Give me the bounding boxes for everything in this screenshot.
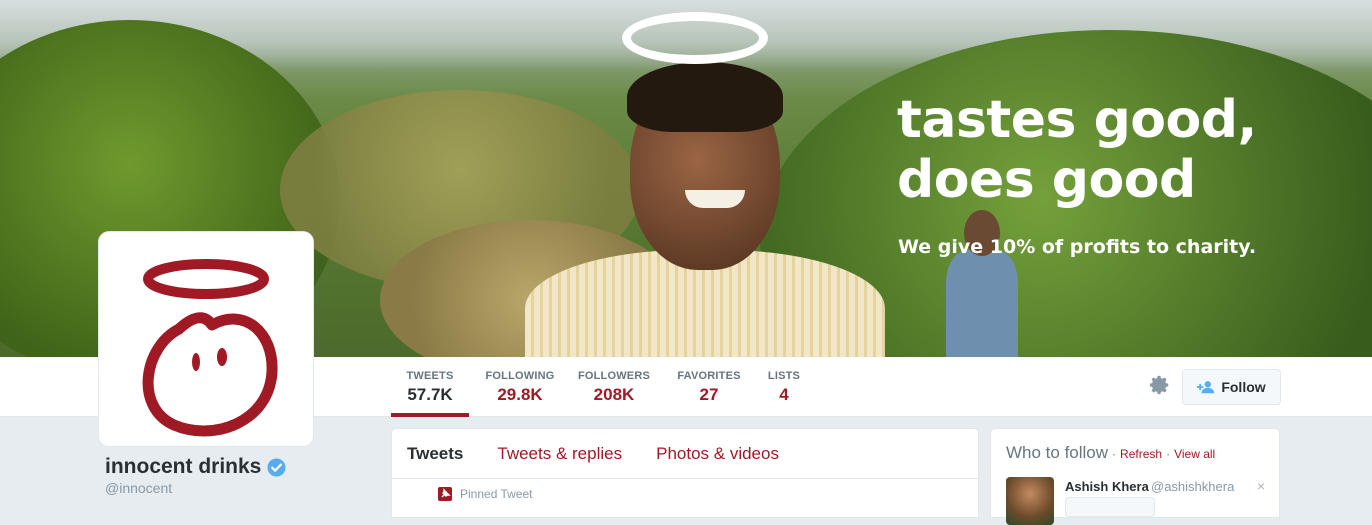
- innocent-logo: [142, 259, 278, 437]
- banner-farmer: [942, 210, 1022, 357]
- verified-badge-icon: [267, 457, 286, 477]
- stat-lists[interactable]: LISTS 4: [764, 357, 804, 417]
- profile-name[interactable]: innocent drinks: [105, 455, 286, 479]
- banner-person: [515, 60, 895, 357]
- tab-photos-videos[interactable]: Photos & videos: [656, 444, 779, 464]
- stat-label: FOLLOWING: [485, 370, 555, 382]
- gear-icon[interactable]: [1149, 374, 1171, 396]
- profile-handle[interactable]: @innocent: [105, 480, 172, 496]
- pinned-tweet-header: Pinned Tweet: [438, 487, 533, 501]
- profile-name-text: innocent drinks: [105, 455, 262, 478]
- stat-value: 208K: [593, 385, 635, 404]
- suggestion-follow-button[interactable]: [1065, 497, 1155, 517]
- dismiss-icon[interactable]: ×: [1257, 478, 1265, 494]
- refresh-link[interactable]: Refresh: [1120, 447, 1162, 461]
- stat-label: LISTS: [767, 370, 801, 382]
- pin-icon: [438, 487, 452, 501]
- suggestion-handle[interactable]: @ashishkhera: [1151, 479, 1234, 494]
- stat-followers[interactable]: FOLLOWERS 208K: [574, 357, 654, 417]
- stat-value: 57.7K: [407, 385, 453, 404]
- view-all-link[interactable]: View all: [1174, 447, 1215, 461]
- avatar[interactable]: [99, 232, 313, 446]
- tab-tweets-replies[interactable]: Tweets & replies: [497, 444, 622, 464]
- who-to-follow-header: Who to follow · Refresh · View all: [1006, 443, 1215, 463]
- stat-value: 27: [699, 385, 719, 404]
- stat-following[interactable]: FOLLOWING 29.8K: [478, 357, 562, 417]
- suggestion-avatar[interactable]: [1006, 477, 1054, 525]
- stat-label: TWEETS: [406, 370, 454, 382]
- who-to-follow-title: Who to follow: [1006, 443, 1109, 462]
- follow-button[interactable]: Follow: [1182, 369, 1281, 405]
- who-to-follow-panel: Who to follow · Refresh · View all Ashis…: [990, 428, 1280, 525]
- stat-label: FAVORITES: [677, 370, 741, 382]
- banner-subline: We give 10% of profits to charity.: [898, 236, 1257, 258]
- stat-value: 4: [779, 385, 789, 404]
- timeline-tabs: Tweets Tweets & replies Photos & videos: [392, 429, 978, 479]
- add-user-icon: [1197, 381, 1215, 394]
- halo-graphic: [622, 12, 768, 64]
- separator: ·: [1166, 447, 1171, 461]
- stat-label: FOLLOWERS: [577, 370, 651, 382]
- stat-favorites[interactable]: FAVORITES 27: [672, 357, 746, 417]
- banner-headline: tastes good, does good: [897, 90, 1257, 210]
- pinned-label: Pinned Tweet: [460, 487, 533, 501]
- separator: ·: [1112, 447, 1117, 461]
- timeline-panel: Tweets Tweets & replies Photos & videos …: [391, 428, 979, 518]
- suggestion-item: Ashish Khera @ashishkhera ×: [1006, 477, 1276, 525]
- stat-tweets[interactable]: TWEETS 57.7K: [391, 357, 469, 417]
- stat-value: 29.8K: [497, 385, 543, 404]
- tab-tweets[interactable]: Tweets: [407, 444, 463, 464]
- follow-label: Follow: [1221, 379, 1266, 395]
- suggestion-name[interactable]: Ashish Khera: [1065, 479, 1149, 494]
